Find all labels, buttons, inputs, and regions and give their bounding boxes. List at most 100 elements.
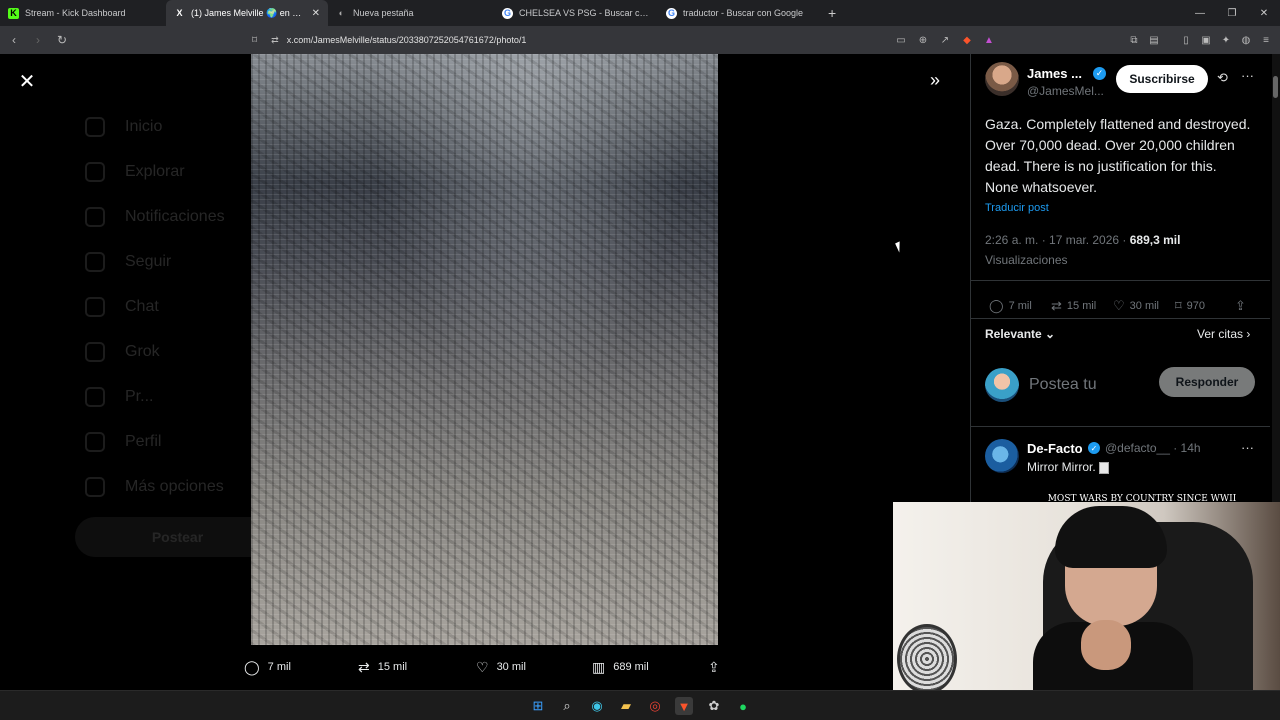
edge-icon[interactable]: ◉ <box>588 697 606 715</box>
nav-item-perfil: Perfil <box>85 432 161 452</box>
person-hair-image <box>1055 506 1167 568</box>
post-photo[interactable] <box>251 54 718 645</box>
tab-chelsea-psg[interactable]: G CHELSEA VS PSG - Buscar con Googl <box>494 0 658 26</box>
site-info-icon[interactable]: ⇄ <box>271 35 279 46</box>
wallet-icon[interactable]: ▣ <box>1196 35 1216 46</box>
sidebar-like-action[interactable]: ♡ 30 mil <box>1113 298 1159 314</box>
heart-icon: ♡ <box>476 658 489 675</box>
home-icon <box>85 117 105 137</box>
brave-rewards-icon[interactable]: ▲ <box>978 35 1000 46</box>
sidebar-share-action[interactable]: ⇪ <box>1235 298 1251 314</box>
sidebar-repost-action[interactable]: ⇄ 15 mil <box>1051 298 1096 314</box>
grok-icon[interactable]: ⟲ <box>1217 70 1228 86</box>
nav-item-seguir: Seguir <box>85 252 171 272</box>
search-icon[interactable]: ⌕ <box>558 697 576 715</box>
reply-input[interactable]: Postea tu <box>1029 376 1097 394</box>
media-icon[interactable]: ▤ <box>1144 35 1164 46</box>
close-window-icon[interactable]: ✕ <box>1248 0 1280 26</box>
extensions-icon[interactable]: ⧉ <box>1124 35 1144 46</box>
author-avatar[interactable] <box>985 62 1019 96</box>
reply-action[interactable]: ◯ 7 mil <box>244 659 291 676</box>
tab-traductor[interactable]: G traductor - Buscar con Google <box>658 0 822 26</box>
tab-title: Nueva pestaña <box>353 8 414 18</box>
photo-texture <box>251 54 718 645</box>
nav-label: Explorar <box>125 163 185 180</box>
my-avatar <box>985 368 1019 402</box>
person-hand-image <box>1081 620 1131 670</box>
close-viewer-icon[interactable]: ✕ <box>14 68 40 94</box>
subscribe-button[interactable]: Suscribirse <box>1116 65 1208 93</box>
nav-label: Notificaciones <box>125 208 225 225</box>
tab-kick-dashboard[interactable]: K Stream - Kick Dashboard <box>0 0 166 26</box>
nav-label: Más opciones <box>125 478 224 495</box>
reply-author-name[interactable]: De-Facto <box>1027 441 1083 456</box>
search-icon <box>85 162 105 182</box>
collapse-sidebar-icon[interactable]: » <box>930 70 940 91</box>
sidebar-reply-action[interactable]: ◯ 7 mil <box>989 298 1032 314</box>
browser-toolbar: ‹ › ↻ ⌑ ⇄ x.com/JamesMelville/status/203… <box>0 26 1280 54</box>
brave-icon[interactable]: ▼ <box>675 697 693 715</box>
maximize-icon[interactable]: ❐ <box>1216 0 1248 26</box>
more-options-icon[interactable]: ··· <box>1241 68 1254 83</box>
address-bar[interactable]: ⌑ ⇄ x.com/JamesMelville/status/203380725… <box>252 30 1000 50</box>
post-text: Gaza. Completely flattened and destroyed… <box>985 116 1251 195</box>
bookmark-count: 970 <box>1186 300 1206 312</box>
views-count: 689 mil <box>613 661 649 673</box>
share-action[interactable]: ⇪ <box>708 659 728 676</box>
windows-start-icon[interactable]: ⊞ <box>529 697 547 715</box>
nav-item-chat: Chat <box>85 297 159 317</box>
chrome-icon[interactable]: ◎ <box>646 697 664 715</box>
author-name[interactable]: James ... <box>1027 66 1082 81</box>
cast-icon[interactable]: ▭ <box>890 35 912 46</box>
views-action[interactable]: ▥ 689 mil <box>592 659 649 676</box>
menu-icon[interactable]: ≡ <box>1256 35 1276 46</box>
spotify-icon[interactable]: ● <box>734 697 752 715</box>
follow-icon <box>85 252 105 272</box>
mail-icon <box>85 297 105 317</box>
reply-handle[interactable]: @defacto__ · 14h <box>1105 441 1201 455</box>
new-tab-icon[interactable]: + <box>828 5 836 21</box>
google-icon: G <box>502 7 513 19</box>
post-timestamp[interactable]: 2:26 a. m. · 17 mar. 2026 · <box>985 233 1130 247</box>
share-icon[interactable]: ↗ <box>934 35 956 46</box>
tab-title: CHELSEA VS PSG - Buscar con Googl <box>519 8 650 18</box>
sort-dropdown[interactable]: Relevante ⌄ <box>985 327 1055 341</box>
brave-shield-icon[interactable]: ◆ <box>956 35 978 46</box>
tab-james-melville[interactable]: X (1) James Melville 🌍 en X: "Gaz ✕ <box>166 0 328 26</box>
sidebar-icon[interactable]: ▯ <box>1176 35 1196 46</box>
scrollbar-thumb[interactable] <box>1273 76 1278 98</box>
nav-item-inicio: Inicio <box>85 117 162 137</box>
reply-button[interactable]: Responder <box>1159 367 1255 397</box>
repost-count: 15 mil <box>1066 300 1097 312</box>
comment-icon: ◯ <box>244 658 260 675</box>
shield-icon: ◐ <box>338 8 345 18</box>
author-handle[interactable]: @JamesMel... <box>1027 84 1104 98</box>
windows-taskbar: ⊞ ⌕ ◉ ▰ ◎ ▼ ✿ ● <box>0 690 1280 720</box>
minimize-icon[interactable]: — <box>1184 0 1216 26</box>
window-controls: — ❐ ✕ <box>1184 0 1280 26</box>
reload-icon[interactable]: ↻ <box>52 30 72 50</box>
file-explorer-icon[interactable]: ▰ <box>617 697 635 715</box>
view-quotes-link[interactable]: Ver citas › <box>1197 327 1250 341</box>
close-tab-icon[interactable]: ✕ <box>312 8 320 19</box>
bookmark-icon[interactable]: ⌑ <box>252 35 257 46</box>
reply-avatar[interactable] <box>985 439 1019 473</box>
repost-action[interactable]: ⇄ 15 mil <box>358 659 407 676</box>
forward-icon[interactable]: › <box>28 30 48 50</box>
tab-new-tab[interactable]: ◐ Nueva pestaña <box>328 0 494 26</box>
back-icon[interactable]: ‹ <box>4 30 24 50</box>
more-circle-icon <box>85 477 105 497</box>
vpn-icon[interactable]: ◍ <box>1236 35 1256 46</box>
fan-image <box>897 624 957 694</box>
url-text[interactable]: x.com/JamesMelville/status/2033807252054… <box>287 35 527 45</box>
app-icon[interactable]: ✿ <box>705 697 723 715</box>
more-options-icon[interactable]: ··· <box>1241 440 1254 455</box>
sidebar-bookmark-action[interactable]: ⌑ 970 <box>1175 298 1205 314</box>
bar-chart-icon: ▥ <box>592 658 606 675</box>
zoom-icon[interactable]: ⊕ <box>912 35 934 46</box>
google-icon: G <box>666 7 677 19</box>
translate-post-link[interactable]: Traducir post <box>985 202 1049 214</box>
leo-icon[interactable]: ✦ <box>1216 35 1236 46</box>
like-action[interactable]: ♡ 30 mil <box>476 659 526 676</box>
nav-label: Seguir <box>125 253 172 270</box>
